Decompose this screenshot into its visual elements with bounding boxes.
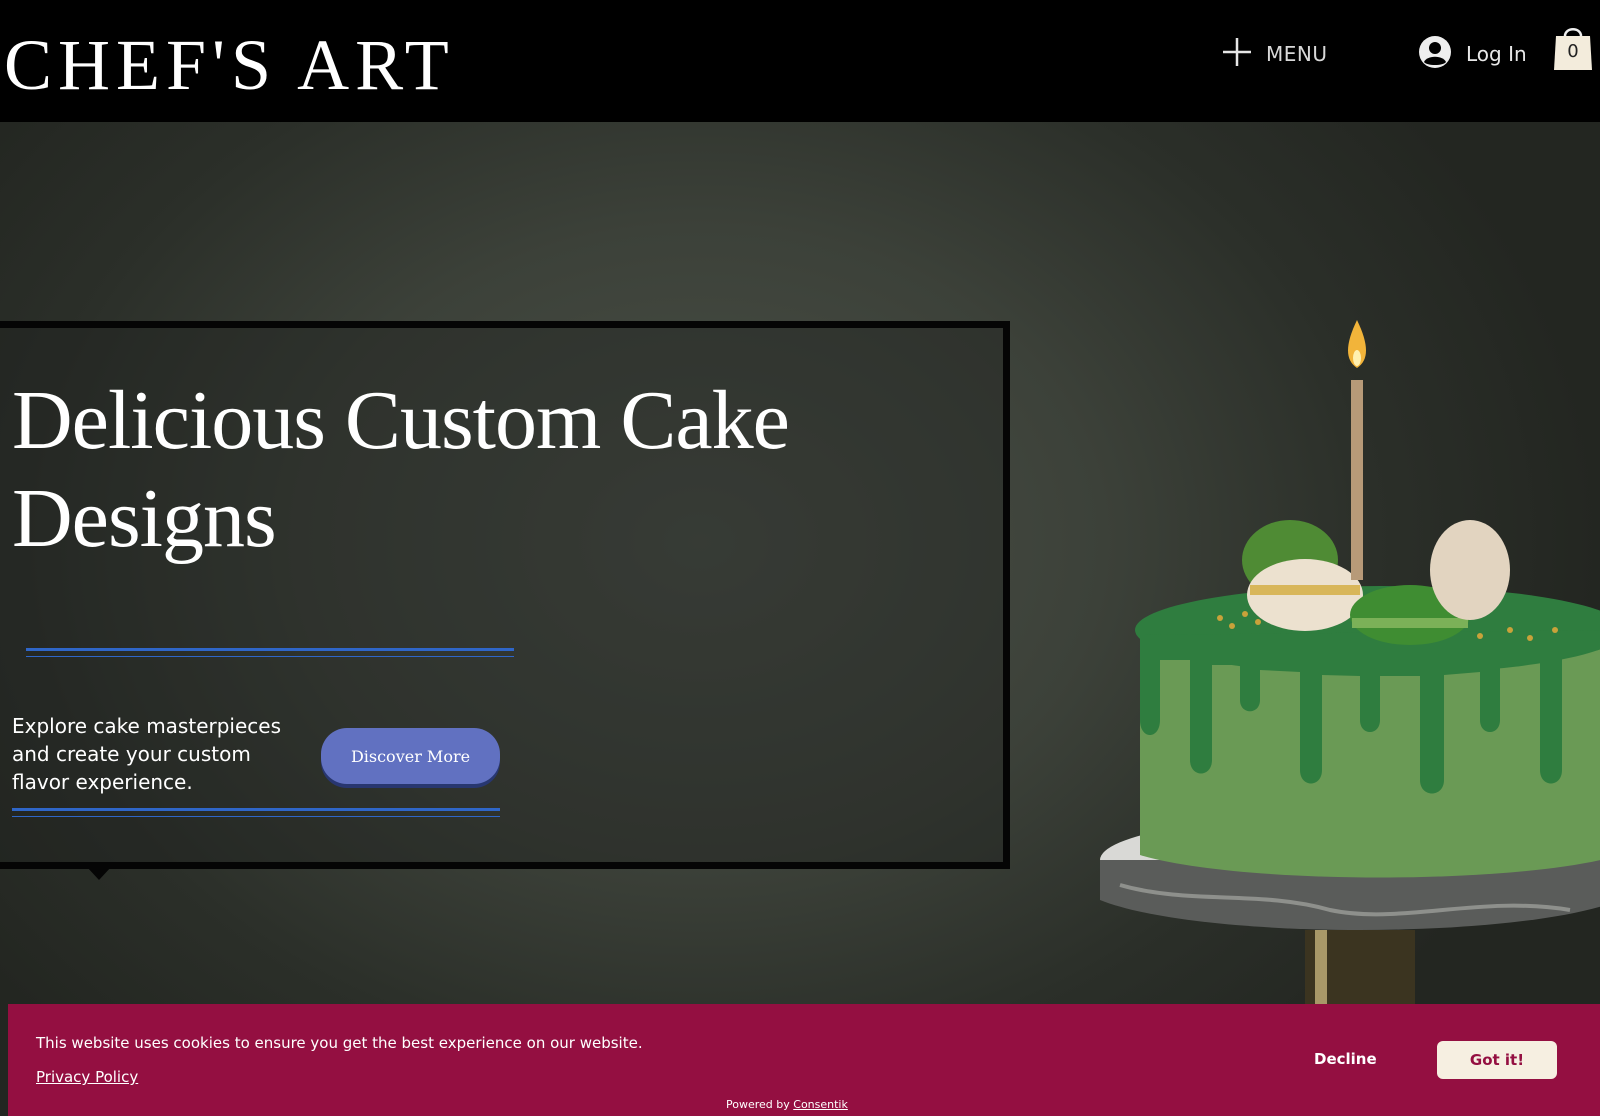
accept-cookies-button[interactable]: Got it!	[1437, 1041, 1557, 1079]
divider-bottom	[12, 808, 500, 818]
cookie-message: This website uses cookies to ensure you …	[36, 1034, 643, 1052]
discover-more-button[interactable]: Discover More	[321, 728, 500, 784]
powered-by: Powered by Consentik	[726, 1098, 848, 1111]
hero-title: Delicious Custom Cake Designs	[12, 374, 790, 565]
site-header: CHEF'S ART MENU Log In 0	[0, 0, 1600, 122]
login-button[interactable]: Log In	[1418, 35, 1527, 74]
cookie-banner: This website uses cookies to ensure you …	[8, 1004, 1600, 1116]
user-avatar-icon	[1418, 35, 1452, 74]
divider-top	[26, 648, 514, 658]
menu-button[interactable]: MENU	[1222, 36, 1328, 72]
cart-button[interactable]: 0	[1553, 22, 1593, 72]
cart-count: 0	[1567, 41, 1579, 62]
site-logo[interactable]: CHEF'S ART	[4, 22, 455, 108]
card-pointer	[86, 866, 112, 880]
hero-description: Explore cake masterpieces and create you…	[12, 714, 281, 794]
menu-label: MENU	[1266, 42, 1328, 66]
decline-button[interactable]: Decline	[1314, 1050, 1377, 1068]
cake-image	[1100, 320, 1600, 1020]
plus-icon	[1222, 37, 1252, 72]
consentik-link[interactable]: Consentik	[793, 1098, 848, 1111]
powered-by-text: Powered by	[726, 1098, 790, 1111]
hero-section: Delicious Custom Cake Designs Explore ca…	[0, 122, 1600, 1116]
login-label: Log In	[1466, 42, 1527, 66]
privacy-policy-link[interactable]: Privacy Policy	[36, 1068, 138, 1086]
